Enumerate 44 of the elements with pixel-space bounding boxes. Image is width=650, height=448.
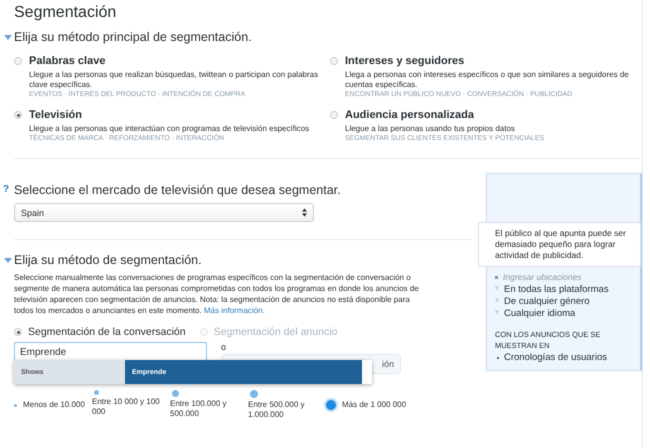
radio-button[interactable] xyxy=(330,57,338,65)
radio-label: Segmentación de la conversación xyxy=(28,326,186,338)
scale-dot[interactable] xyxy=(14,404,17,406)
or-label: o xyxy=(221,342,228,352)
scale-dot[interactable] xyxy=(94,390,99,395)
scale-dot[interactable] xyxy=(172,390,179,397)
radio-button[interactable] xyxy=(330,111,338,119)
criteria-item: De cualquier género xyxy=(504,296,590,307)
bullet-icon xyxy=(495,276,498,279)
option-description: Llega a personas con intereses específicos o que son similares a seguidores de cuentas específicas. xyxy=(345,70,630,90)
scale-label: Menos de 10.000 xyxy=(23,400,85,410)
section-heading: Elija su método de segmentación. xyxy=(14,252,202,268)
search-field[interactable]: Emprende xyxy=(14,342,207,362)
criteria-item: En todas las plataformas xyxy=(504,284,609,295)
collapse-icon[interactable] xyxy=(4,35,12,40)
radio-button[interactable] xyxy=(14,111,22,119)
option-title: Intereses y seguidores xyxy=(345,55,466,68)
scale-dot[interactable] xyxy=(250,390,258,398)
option-description: Llegue a las personas que interactúan con programas de televisión específicos xyxy=(29,124,310,134)
more-info-link[interactable]: Más información. xyxy=(204,306,265,315)
collapse-icon[interactable] xyxy=(4,258,12,263)
market-select[interactable]: Spain xyxy=(14,203,314,222)
scale-label: Entre 10 000 y 100 000 xyxy=(92,397,161,417)
scale-label: Entre 100.000 y 500.000 xyxy=(170,399,228,419)
method-description: Seleccione manualmente las conversaciones de programas específicos con la segmentación de conversación o segmente de manera automática las personas comprometidas con todos los programas en donde los anuncios de televisión aparecen con segmentación de anuncios. Nota: la segmentación de anuncios no está disponible para todos los mercados o anunciantes en este momento. Más información. xyxy=(14,272,420,316)
help-icon[interactable]: ? xyxy=(3,182,10,198)
option-title: Televisión xyxy=(29,109,83,122)
warning-tooltip: El público al que apunta puede ser demasiado pequeño para lograr actividad de publicidad. xyxy=(478,222,641,267)
scale-dot[interactable] xyxy=(326,400,336,410)
section-heading: Seleccione el mercado de televisión que desea segmentar. xyxy=(14,182,341,198)
section-heading: Elija su método principal de segmentación. xyxy=(14,29,252,45)
scale-label: Más de 1 000 000 xyxy=(342,400,406,410)
placement-item: Cronologías de usuarios xyxy=(504,352,607,363)
select-arrows-icon xyxy=(302,208,307,217)
option-title: Audiencia personalizada xyxy=(345,109,475,122)
scale-label: Entre 500.000 y 1.000.000 xyxy=(248,400,306,420)
criteria-item: Cualquier idioma xyxy=(504,308,576,319)
option-description: Llegue a las personas que realizan búsquedas, twittean o participan con palabras clave específicas. xyxy=(29,70,320,90)
radio-button[interactable] xyxy=(14,328,22,336)
radio-label: Segmentación del anuncio xyxy=(214,326,338,338)
radio-button[interactable] xyxy=(14,57,22,65)
option-title: Palabras clave xyxy=(29,55,106,68)
option-description: Llegue a las personas usando tus propios datos xyxy=(345,124,516,134)
page-title: Segmentación xyxy=(14,3,118,23)
